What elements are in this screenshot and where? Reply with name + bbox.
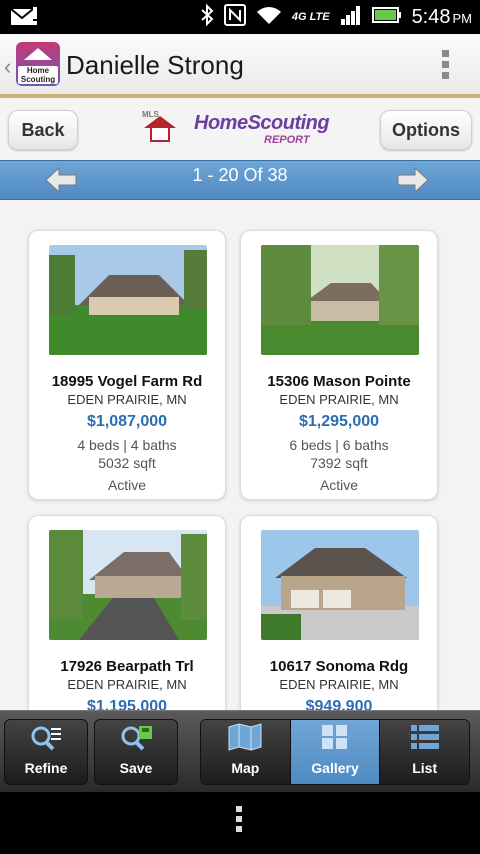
listing-price: $1,295,000 xyxy=(298,413,380,430)
listing-card[interactable]: 10617 Sonoma Rdg EDEN PRAIRIE, MN $949,9… xyxy=(240,515,438,710)
tab-list-label: List xyxy=(412,760,438,776)
action-bar-title: Danielle Strong xyxy=(66,50,244,80)
listing-photo xyxy=(261,245,419,355)
status-time: 5:48 PM xyxy=(411,5,472,28)
listing-price: $949,900 xyxy=(305,698,373,710)
battery-icon xyxy=(371,6,402,29)
tab-map-label: Map xyxy=(231,760,260,776)
gallery-grid-icon xyxy=(320,723,350,754)
view-mode-tabs: Map Gallery List xyxy=(200,719,470,785)
listing-address: 18995 Vogel Farm Rd xyxy=(51,373,203,390)
listing-address: 17926 Bearpath Trl xyxy=(60,658,194,675)
status-bar: 4G LTE 5:48 PM xyxy=(0,0,480,34)
tab-map[interactable]: Map xyxy=(201,720,291,784)
pager-bar: 1 - 20 Of 38 xyxy=(0,160,480,200)
tab-gallery-label: Gallery xyxy=(311,760,359,776)
nfc-icon xyxy=(223,3,246,31)
listing-card[interactable]: 18995 Vogel Farm Rd EDEN PRAIRIE, MN $1,… xyxy=(28,230,226,500)
listing-gallery: 18995 Vogel Farm Rd EDEN PRAIRIE, MN $1,… xyxy=(0,200,480,710)
mail-icon xyxy=(10,6,38,33)
app-root: 4G LTE 5:48 PM ‹ Home Scouting Danielle S… xyxy=(0,0,480,854)
listing-status: Active xyxy=(319,477,359,493)
save-label: Save xyxy=(119,760,153,776)
listing-city: EDEN PRAIRIE, MN xyxy=(279,677,399,692)
listing-beds-baths: 4 beds | 4 baths xyxy=(77,437,177,453)
listing-sqft: 7392 sqft xyxy=(310,455,368,471)
wifi-icon xyxy=(256,5,282,30)
listing-price: $1,195,000 xyxy=(86,698,168,710)
search-list-icon xyxy=(29,725,63,754)
listing-photo xyxy=(49,530,207,640)
tab-list[interactable]: List xyxy=(380,720,469,784)
listing-photo xyxy=(49,245,207,355)
refine-button[interactable]: Refine xyxy=(4,719,88,785)
system-nav-bar xyxy=(0,792,480,854)
listing-address: 15306 Mason Pointe xyxy=(267,373,411,390)
next-page-arrow-icon[interactable] xyxy=(396,165,430,195)
map-icon xyxy=(227,723,263,754)
listing-card[interactable]: 17926 Bearpath Trl EDEN PRAIRIE, MN $1,1… xyxy=(28,515,226,710)
up-chevron-icon[interactable]: ‹ xyxy=(4,54,11,80)
homescouting-logo: MLS HomeScouting REPORT xyxy=(142,110,330,146)
listing-city: EDEN PRAIRIE, MN xyxy=(279,392,399,407)
save-button[interactable]: Save xyxy=(94,719,178,785)
options-button[interactable]: Options xyxy=(380,110,472,150)
listing-sqft: 5032 sqft xyxy=(98,455,156,471)
listing-card[interactable]: 15306 Mason Pointe EDEN PRAIRIE, MN $1,2… xyxy=(240,230,438,500)
listing-photo xyxy=(261,530,419,640)
network-type: 4G LTE xyxy=(291,11,330,23)
listing-price: $1,087,000 xyxy=(86,413,168,430)
bluetooth-icon xyxy=(200,3,214,31)
back-button[interactable]: Back xyxy=(8,110,78,150)
listing-address: 10617 Sonoma Rdg xyxy=(269,658,409,675)
app-icon-label: Home Scouting xyxy=(18,66,58,84)
app-logo-icon[interactable]: Home Scouting xyxy=(16,42,60,86)
bottom-toolbar: Refine Save Map Gallery List xyxy=(0,710,480,792)
toolbar: Back MLS HomeScouting REPORT Options xyxy=(0,102,480,160)
refine-label: Refine xyxy=(24,760,68,776)
listing-status: Active xyxy=(107,477,147,493)
signal-icon xyxy=(340,5,362,30)
tab-gallery[interactable]: Gallery xyxy=(290,720,381,784)
search-save-icon xyxy=(119,725,153,754)
listing-beds-baths: 6 beds | 6 baths xyxy=(289,437,389,453)
listing-city: EDEN PRAIRIE, MN xyxy=(67,392,187,407)
overflow-menu-icon[interactable] xyxy=(442,50,450,83)
listing-city: EDEN PRAIRIE, MN xyxy=(67,677,187,692)
list-icon xyxy=(409,723,441,754)
action-bar: ‹ Home Scouting Danielle Strong xyxy=(0,34,480,98)
menu-dots-icon[interactable] xyxy=(236,806,244,836)
